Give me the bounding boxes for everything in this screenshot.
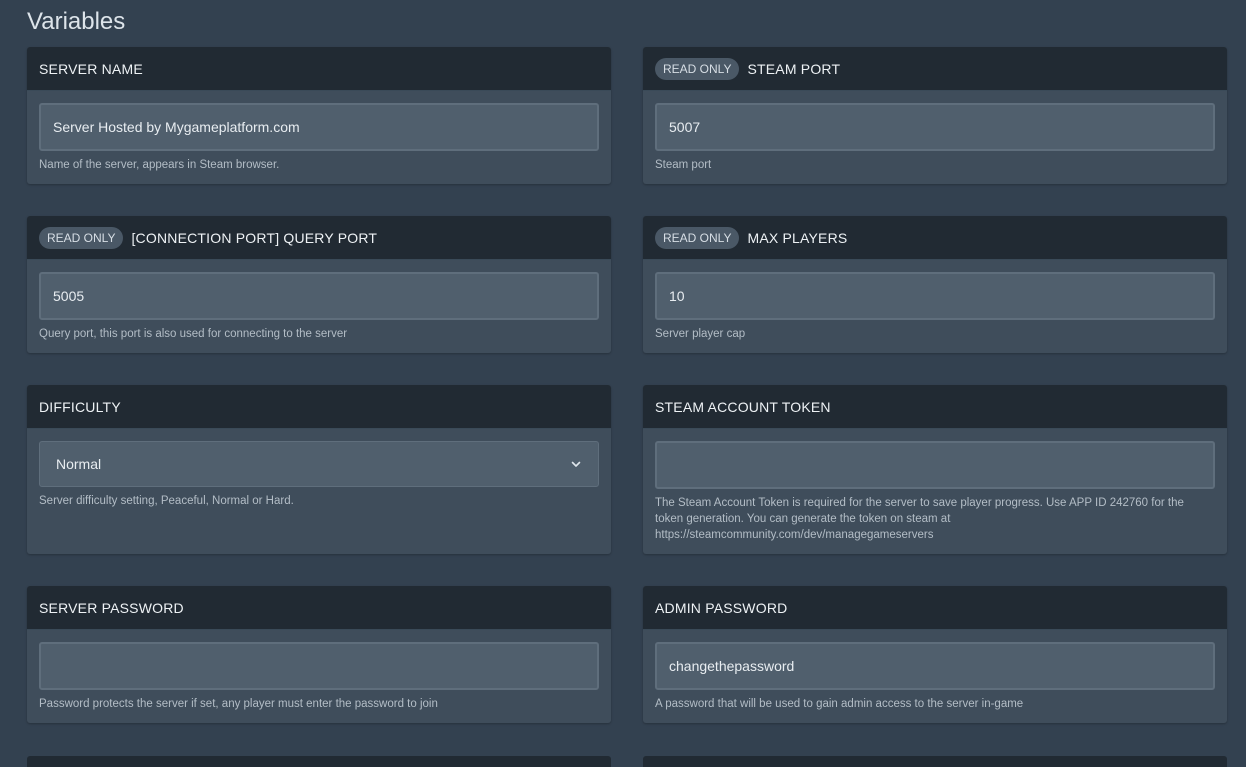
difficulty-select[interactable]: Normal [39, 441, 599, 487]
server-password-help: Password protects the server if set, any… [39, 698, 438, 710]
card-header: READ ONLY [CONNECTION PORT] QUERY PORT [27, 216, 611, 260]
query-port-title: [CONNECTION PORT] QUERY PORT [131, 229, 378, 246]
chevron-down-icon [571, 461, 581, 467]
card-header: READ ONLY MAX PLAYERS [643, 216, 1227, 260]
max-players-input[interactable] [655, 272, 1215, 320]
card-header: STEAM ACCOUNT TOKEN [643, 385, 1227, 429]
read-only-badge: READ ONLY [39, 226, 124, 249]
query-port-help: Query port, this port is also used for c… [39, 328, 348, 340]
admin-password-card: ADMIN PASSWORD A password that will be u… [643, 586, 1227, 723]
partial-card-right [643, 756, 1227, 767]
server-name-title: SERVER NAME [39, 60, 143, 77]
query-port-input[interactable] [39, 272, 599, 320]
max-players-help: Server player cap [655, 328, 746, 340]
card-header: SERVER NAME [27, 47, 611, 91]
steam-port-title: STEAM PORT [747, 60, 841, 77]
query-port-card: READ ONLY [CONNECTION PORT] QUERY PORT Q… [27, 216, 611, 353]
difficulty-selected-value: Normal [56, 456, 102, 472]
max-players-card: READ ONLY MAX PLAYERS Server player cap [643, 216, 1227, 353]
read-only-badge: READ ONLY [655, 57, 740, 80]
steam-token-input[interactable] [655, 441, 1215, 489]
steam-token-title: STEAM ACCOUNT TOKEN [655, 398, 831, 415]
server-password-title: SERVER PASSWORD [39, 599, 184, 616]
variables-page: Variables SERVER NAME Name of the server… [0, 0, 1246, 767]
admin-password-title: ADMIN PASSWORD [655, 599, 788, 616]
admin-password-input[interactable] [655, 642, 1215, 690]
difficulty-help: Server difficulty setting, Peaceful, Nor… [39, 495, 294, 507]
card-header: ADMIN PASSWORD [643, 586, 1227, 630]
steam-port-input[interactable] [655, 103, 1215, 151]
server-password-input[interactable] [39, 642, 599, 690]
max-players-title: MAX PLAYERS [747, 229, 848, 246]
steam-token-card: STEAM ACCOUNT TOKEN The Steam Account To… [643, 385, 1227, 554]
server-name-card: SERVER NAME Name of the server, appears … [27, 47, 611, 184]
partial-card-left [27, 756, 611, 767]
card-header: SERVER PASSWORD [27, 586, 611, 630]
server-name-help: Name of the server, appears in Steam bro… [39, 159, 280, 171]
steam-port-help: Steam port [655, 159, 712, 171]
page-title: Variables [27, 8, 126, 35]
difficulty-card: DIFFICULTY Normal Server difficulty sett… [27, 385, 611, 554]
server-password-card: SERVER PASSWORD Password protects the se… [27, 586, 611, 723]
card-header: DIFFICULTY [27, 385, 611, 429]
server-name-input[interactable] [39, 103, 599, 151]
card-header: READ ONLY STEAM PORT [643, 47, 1227, 91]
admin-password-help: A password that will be used to gain adm… [655, 698, 1024, 710]
steam-port-card: READ ONLY STEAM PORT Steam port [643, 47, 1227, 184]
steam-token-help: The Steam Account Token is required for … [655, 497, 1184, 541]
difficulty-title: DIFFICULTY [39, 398, 121, 415]
read-only-badge: READ ONLY [655, 226, 740, 249]
